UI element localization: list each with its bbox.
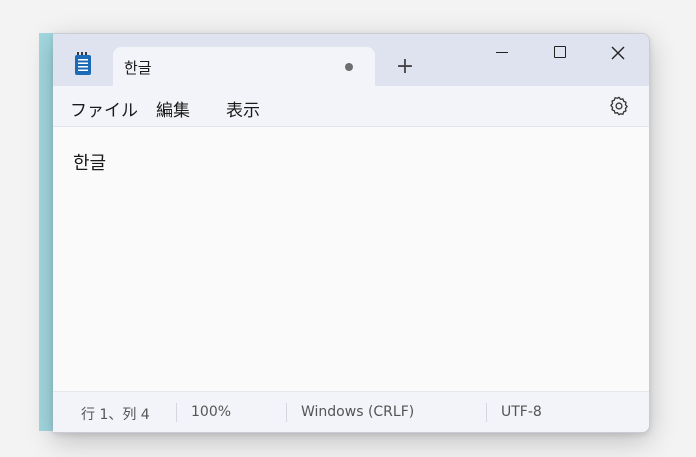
desktop-background-strip bbox=[39, 33, 53, 431]
settings-button[interactable] bbox=[608, 95, 630, 117]
menu-file[interactable]: ファイル bbox=[70, 96, 138, 121]
status-divider bbox=[286, 403, 287, 422]
title-bar[interactable]: 한글 + bbox=[53, 34, 649, 86]
menu-view[interactable]: 表示 bbox=[226, 96, 260, 121]
menu-edit[interactable]: 編集 bbox=[156, 96, 190, 121]
close-icon bbox=[611, 46, 625, 60]
notepad-icon bbox=[75, 52, 91, 75]
tab-document[interactable]: 한글 bbox=[113, 47, 375, 86]
zoom-level[interactable]: 100% bbox=[191, 404, 231, 420]
status-bar: 行 1、列 4 100% Windows (CRLF) UTF-8 bbox=[53, 391, 649, 432]
menu-bar: ファイル 編集 表示 bbox=[53, 86, 649, 127]
cursor-position: 行 1、列 4 bbox=[81, 407, 150, 423]
status-divider bbox=[176, 403, 177, 422]
editor-content[interactable]: 한글 bbox=[73, 149, 106, 175]
status-divider bbox=[486, 403, 487, 422]
new-tab-button[interactable]: + bbox=[391, 54, 419, 82]
notepad-window: 한글 + ファイル 編集 表示 한글 行 1、列 4 100% Windows … bbox=[53, 33, 650, 433]
maximize-button[interactable] bbox=[537, 36, 583, 70]
line-ending[interactable]: Windows (CRLF) bbox=[301, 404, 414, 420]
encoding[interactable]: UTF-8 bbox=[501, 404, 542, 420]
unsaved-dot-icon[interactable] bbox=[345, 63, 353, 71]
text-editor[interactable]: 한글 bbox=[53, 127, 649, 391]
close-button[interactable] bbox=[595, 36, 641, 70]
minimize-button[interactable] bbox=[479, 36, 525, 70]
tab-title: 한글 bbox=[124, 59, 152, 77]
gear-icon bbox=[610, 96, 628, 116]
